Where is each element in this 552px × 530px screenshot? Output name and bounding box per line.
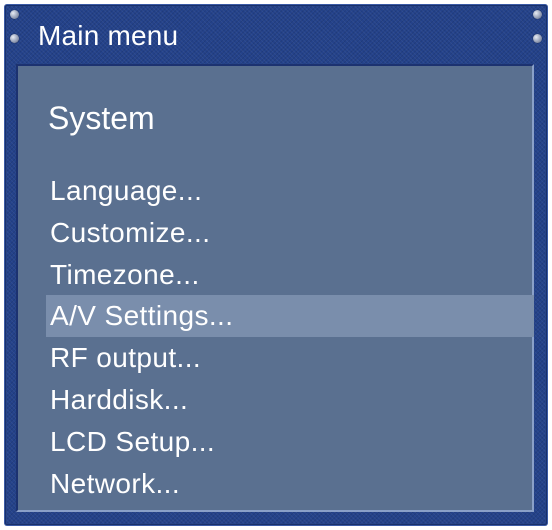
menu-panel: System Language... Customize... Timezone…: [16, 64, 534, 512]
screw-icon: [10, 10, 19, 19]
screw-icon: [533, 10, 542, 19]
main-menu-window: Main menu System Language... Customize..…: [4, 4, 548, 526]
menu-item-av-settings[interactable]: A/V Settings...: [46, 295, 534, 338]
menu-item-harddisk[interactable]: Harddisk...: [46, 379, 534, 421]
screw-icon: [533, 34, 542, 43]
menu-item-timezone[interactable]: Timezone...: [46, 254, 534, 296]
section-title: System: [48, 100, 155, 136]
menu-list: Language... Customize... Timezone... A/V…: [46, 170, 534, 504]
menu-item-lcd-setup[interactable]: LCD Setup...: [46, 421, 534, 463]
screw-icon: [10, 34, 19, 43]
menu-item-network[interactable]: Network...: [46, 463, 534, 505]
menu-item-language[interactable]: Language...: [46, 170, 534, 212]
window-title: Main menu: [38, 20, 179, 51]
menu-item-customize[interactable]: Customize...: [46, 212, 534, 254]
menu-item-rf-output[interactable]: RF output...: [46, 337, 534, 379]
